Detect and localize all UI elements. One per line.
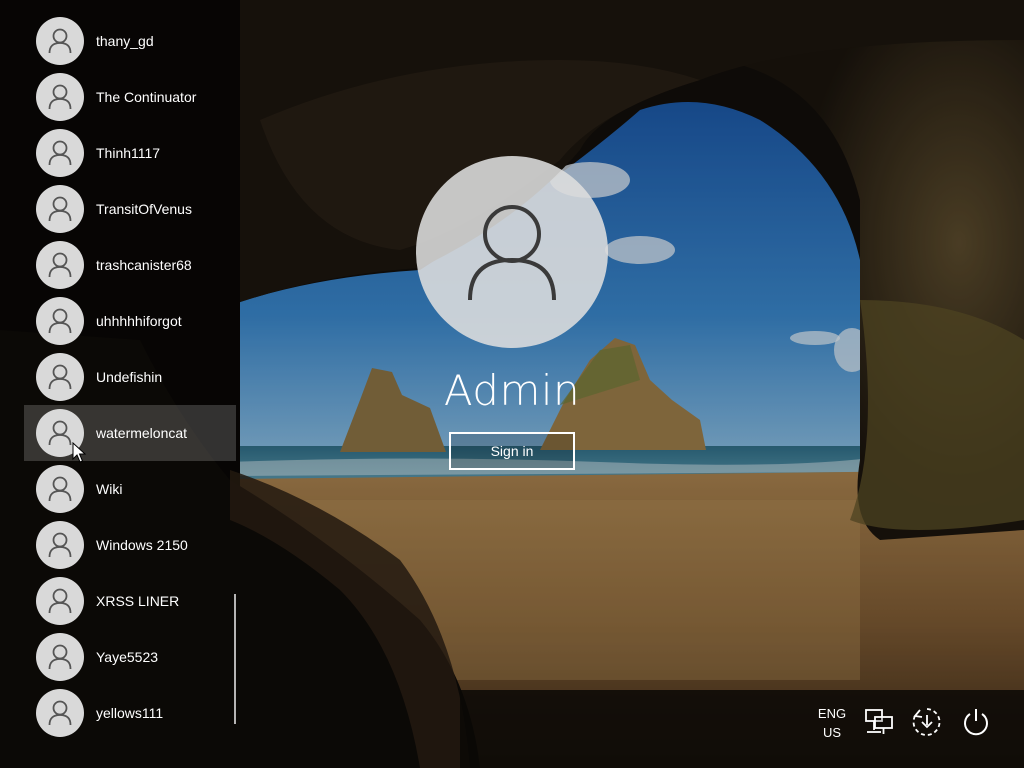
user-name: watermeloncat [96, 425, 188, 441]
network-icon [865, 709, 893, 734]
user-icon [48, 196, 72, 222]
sign-in-button[interactable]: Sign in [449, 432, 575, 470]
user-name: Windows 2150 [96, 537, 188, 553]
user-avatar [36, 129, 84, 177]
user-name: uhhhhhiforgot [96, 313, 182, 329]
user-icon [48, 140, 72, 166]
user-icon [48, 252, 72, 278]
user-icon [48, 364, 72, 390]
user-name: thany_gd [96, 33, 154, 49]
user-name: yellows111 [96, 705, 164, 721]
user-avatar [36, 241, 84, 289]
user-avatar [36, 633, 84, 681]
user-list-item[interactable]: Undefishin [24, 349, 236, 405]
user-avatar [36, 521, 84, 569]
user-icon [48, 588, 72, 614]
ease-of-access-button[interactable] [909, 704, 945, 740]
user-name: TransitOfVenus [96, 201, 192, 217]
user-list-item[interactable]: Wiki [24, 461, 236, 517]
user-list-item[interactable]: The Continuator [24, 69, 236, 125]
user-name: The Continuator [96, 89, 197, 105]
user-name: Thinh1117 [96, 145, 161, 161]
user-icon [48, 700, 72, 726]
user-list-item[interactable]: uhhhhhiforgot [24, 293, 236, 349]
language-region: US [822, 725, 842, 740]
user-avatar [36, 353, 84, 401]
user-list-item[interactable]: watermeloncat [24, 405, 236, 461]
user-list-item[interactable]: XRSS LINER [24, 573, 236, 629]
power-icon [964, 709, 988, 736]
user-list-item[interactable]: trashcanister68 [24, 237, 236, 293]
main-user-avatar [416, 156, 608, 348]
user-list-item[interactable]: Thinh1117 [24, 125, 236, 181]
language-indicator[interactable]: ENG US [810, 704, 854, 742]
user-icon [48, 84, 72, 110]
user-avatar [36, 577, 84, 625]
user-list-item[interactable]: Yaye5523 [24, 629, 236, 685]
language-code: ENG [817, 706, 847, 721]
network-button[interactable] [861, 704, 897, 740]
user-list-item[interactable]: Windows 2150 [24, 517, 236, 573]
user-icon [48, 476, 72, 502]
user-icon [48, 28, 72, 54]
user-name: XRSS LINER [96, 593, 180, 609]
user-icon [48, 308, 72, 334]
mouse-pointer-icon [72, 442, 86, 463]
user-list-item[interactable]: thany_gd [24, 13, 236, 69]
user-list-item[interactable]: TransitOfVenus [24, 181, 236, 237]
user-name: trashcanister68 [96, 257, 192, 273]
user-list-item[interactable]: yellows111 [24, 685, 236, 741]
power-button[interactable] [958, 704, 994, 740]
user-icon [48, 532, 72, 558]
user-avatar [36, 185, 84, 233]
user-avatar [36, 689, 84, 737]
user-avatar [36, 465, 84, 513]
user-icon [48, 644, 72, 670]
user-name: Undefishin [96, 369, 163, 385]
selected-username: Admin [443, 366, 581, 415]
user-icon [468, 205, 556, 301]
user-avatar [36, 17, 84, 65]
user-name: Wiki [96, 481, 123, 497]
user-avatar [36, 73, 84, 121]
user-name: Yaye5523 [96, 649, 159, 665]
user-list-scrollbar[interactable] [234, 594, 236, 724]
user-avatar [36, 297, 84, 345]
user-icon [48, 420, 72, 446]
user-list[interactable]: thany_gd The Continuator Thinh1117 TransitO… [0, 0, 240, 768]
ease-of-access-icon [912, 708, 941, 736]
